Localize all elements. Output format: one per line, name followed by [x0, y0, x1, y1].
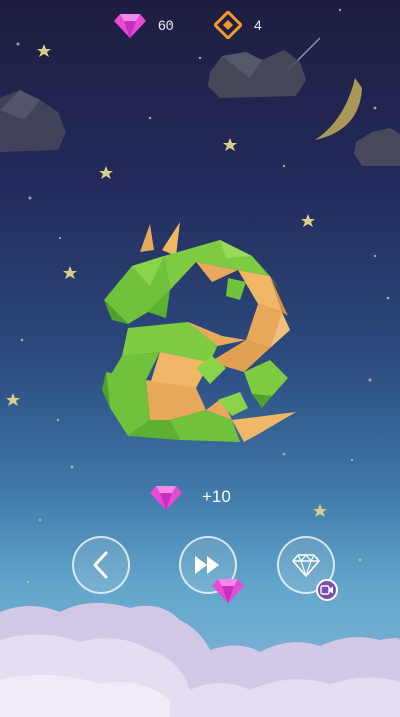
diamond-outline-icon [292, 554, 320, 577]
left-cloud [0, 90, 66, 152]
back-button[interactable] [72, 536, 130, 594]
pink-gem-icon [114, 14, 146, 38]
star [223, 138, 237, 151]
crescent-moon [315, 78, 362, 140]
star [63, 266, 77, 279]
token-counter: 4 [214, 8, 262, 42]
token-count: 4 [254, 17, 262, 33]
video-badge [316, 579, 338, 601]
star [37, 44, 51, 57]
right-cloud [354, 128, 400, 166]
chevron-left-icon [93, 551, 108, 579]
reward-amount: +10 [202, 487, 231, 506]
top-cloud [208, 50, 306, 98]
video-camera-icon [320, 585, 333, 595]
star [6, 393, 20, 406]
gem-count: 60 [158, 17, 174, 33]
bottom-clouds [0, 602, 400, 717]
fast-forward-icon [195, 556, 219, 574]
level-reward: +10 [150, 480, 231, 514]
pink-gem-icon [150, 486, 182, 510]
star [313, 504, 327, 517]
pink-gem-icon [212, 579, 244, 603]
star [99, 166, 113, 179]
orange-diamond-token-icon [214, 11, 242, 39]
low-poly-dragon [102, 222, 296, 442]
gem-counter: 60 [114, 8, 174, 42]
star [301, 214, 315, 227]
